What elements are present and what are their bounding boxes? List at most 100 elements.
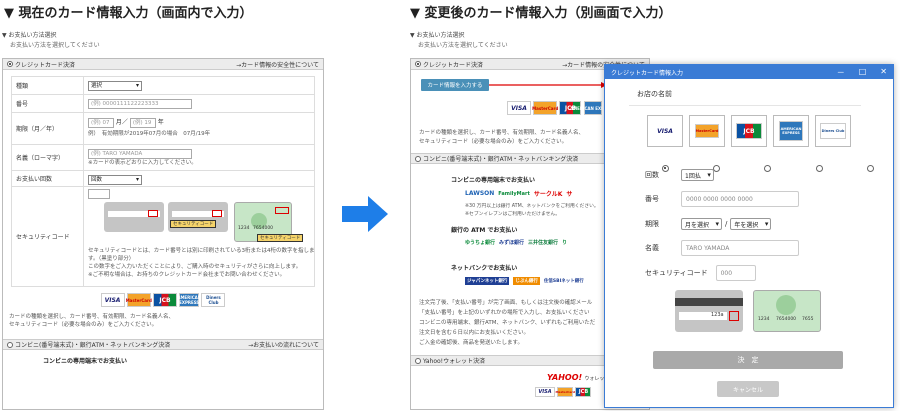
modal-mastercard-radio[interactable] [713, 165, 721, 172]
modal-name-input[interactable]: TARO YAMADA [681, 240, 799, 256]
left-section-sub: お支払い方法を選択してください [10, 42, 100, 49]
expiry-year-input[interactable]: (例) 19 [129, 117, 156, 128]
shop-name: お店の名前 [637, 90, 672, 98]
modal-mastercard-tile[interactable]: MasterCard [689, 115, 725, 147]
flow-line-1: 注文完了後、「支払い番号」が完了画面、もしくは注文後の確認メール [419, 300, 593, 306]
submit-button[interactable]: 決 定 [653, 351, 843, 369]
cvc-note-2: この数字をご入力いただくことにより、ご購入時のセキュリティがさらに向上します。 [88, 264, 302, 270]
modal-title: クレジットカード情報入力 [611, 69, 684, 77]
payment-flow-link[interactable]: →お支払いの流れについて [248, 340, 319, 349]
conv-note-2: ※セブンイレブンはご利用いただけません。 [465, 212, 561, 217]
expiry-month-input[interactable]: (例) 07 [88, 117, 114, 128]
yahoo-wallet-logo: YAHOO! ウォレット [547, 373, 610, 382]
enter-card-info-button[interactable]: カード情報を入力する [421, 79, 489, 91]
flow-line-3: コンビニの専用端末、銀行ATM、ネットバンク、いずれもご利用いただ [419, 320, 596, 326]
modal-titlebar: クレジットカード情報入力 － □ ✕ [605, 65, 893, 79]
minimize-icon[interactable]: － [837, 67, 845, 78]
conv-note-1: ※30 万円以上は銀行 ATM、ネットバンクをご利用ください。 [465, 204, 599, 209]
modal-count-label: 回数 [645, 171, 659, 179]
credit-card-bar[interactable]: クレジットカード決済 →カード情報の安全性について [3, 59, 323, 70]
modal-jcb-radio[interactable] [764, 165, 772, 172]
cancel-button[interactable]: キャンセル [717, 381, 779, 397]
flow-line-5: ご入金の確認後、商品を発送いたします。 [419, 340, 523, 346]
jcb-logo: JCB [153, 293, 177, 307]
modal-cvc-label: セキュリティコード [645, 269, 708, 277]
count-label: お支払い回数 [12, 171, 84, 186]
maximize-icon[interactable]: □ [859, 67, 867, 78]
left-heading: ▼ 現在のカード情報入力（画面内で入力） [4, 6, 253, 21]
right-section-title: ▼ お支払い方法選択 [410, 32, 465, 39]
payment-count-select[interactable]: 回数 [88, 175, 142, 185]
credit-radio[interactable] [7, 61, 13, 67]
close-icon[interactable]: ✕ [880, 67, 887, 78]
left-section-title: ▼ お支払い方法選択 [2, 32, 57, 39]
right-credit-desc-1: カードの種類を選択し、カード番号、有効期限、カード名義人名、 [419, 130, 585, 136]
card-name-input[interactable]: (例) TARO YAMADA [88, 149, 192, 159]
cvc-card-front-image [104, 202, 164, 232]
net-bank-sub: ネットバンクでお支払い [451, 265, 518, 272]
yahoo-radio[interactable] [415, 357, 421, 364]
modal-year-select[interactable]: 年を選択 [730, 218, 772, 230]
modal-diners-radio[interactable] [866, 165, 874, 172]
cvc-note-1: セキュリティコードとは、カード番号とは別に印刷されている3桁または4桁の数字を指… [88, 248, 315, 262]
type-label: 種類 [12, 77, 84, 94]
cvc-input[interactable] [88, 189, 110, 199]
card-type-select[interactable]: 選択 [88, 81, 142, 91]
modal-count-select[interactable]: 1回払 [681, 169, 714, 181]
cvc-label: セキュリティコード [12, 187, 84, 286]
visa-logo: VISA [100, 293, 125, 307]
right-mastercard-logo: MasterCard [532, 101, 558, 115]
right-credit-radio[interactable] [415, 61, 421, 67]
name-label: 名義（ローマ字） [12, 145, 84, 170]
conv-radio[interactable] [7, 341, 13, 348]
bank-logos: ゆうちょ銀行 みずほ銀行 三井住友銀行 り [465, 240, 568, 246]
red-arrow-icon [489, 82, 607, 88]
diners-logo: Diners Club [201, 293, 226, 307]
left-payment-panel: クレジットカード決済 →カード情報の安全性について 種類 選択 番号 (例) 0… [2, 58, 324, 410]
card-entry-modal: クレジットカード情報入力 － □ ✕ お店の名前 VISA MasterCard… [604, 64, 894, 408]
right-credit-desc-2: セキュリティコード（必要な場合のみ）をご入力ください。 [419, 139, 568, 145]
credit-footer-1: カードの種類を選択し、カード番号、有効期限、カード名義人名、 [9, 314, 175, 320]
cvc-card-amex-image: 1234 7654000 セキュリティコード [234, 202, 304, 242]
left-conv-sub: コンビニの専用端末でお支払い [43, 358, 128, 365]
right-brand-logos: VISA MasterCard JCB AMERICAN EXPRESS [507, 101, 615, 115]
net-bank-logos: ジャパンネット銀行 じぶん銀行 住信SBIネット銀行 [465, 277, 584, 285]
mastercard-logo: MasterCard [126, 293, 152, 307]
cvc-tag-2: セキュリティコード [257, 234, 304, 242]
modal-jcb-tile[interactable]: JCB [731, 115, 767, 147]
modal-amex-tile[interactable]: AMERICAN EXPRESS [773, 115, 809, 147]
modal-cvc-card-image: 123a [675, 290, 743, 332]
modal-month-select[interactable]: 月を選択 [681, 218, 723, 230]
bank-atm-sub: 銀行の ATM でお支払い [451, 227, 518, 234]
cvc-tag-1: セキュリティコード [170, 220, 217, 228]
credit-footer-2: セキュリティコード（必要な場合のみ）をご入力ください。 [9, 322, 158, 328]
conv-store-logos: LAWSON FamilyMart サークルK サ [465, 190, 573, 198]
modal-diners-tile[interactable]: Diners Club [815, 115, 851, 147]
modal-amex-card-image: 1234 7654000 7655 [753, 290, 821, 332]
yahoo-brand-logos: VISA MasterCard JCB [535, 387, 592, 397]
right-conv-radio[interactable] [415, 155, 421, 162]
credit-form-table: 種類 選択 番号 (例) 0000111122223333 期限（月／年） (例… [11, 76, 315, 287]
convenience-bar[interactable]: コンビニ(番号端末式)・銀行ATM・ネットバンキング決済 →お支払いの流れについ… [3, 339, 323, 350]
modal-number-input[interactable]: 0000 0000 0000 0000 [681, 191, 799, 207]
modal-cvc-input[interactable]: 000 [715, 265, 756, 281]
cvc-card-back-image: セキュリティコード [168, 202, 228, 232]
right-conv-sub: コンビニの専用端末でお支払い [451, 177, 536, 184]
card-number-input[interactable]: (例) 0000111122223333 [88, 99, 192, 109]
name-note: ※カードの表示どおりに入力してください。 [88, 160, 197, 166]
modal-number-label: 番号 [645, 195, 659, 203]
modal-visa-tile[interactable]: VISA [647, 115, 683, 147]
right-amex-logo: AMERICAN EXPRESS [570, 101, 615, 115]
right-section-sub: お支払い方法を選択してください [418, 42, 508, 49]
number-label: 番号 [12, 95, 84, 112]
modal-expiry-label: 期限 [645, 220, 659, 228]
card-safety-link[interactable]: →カード情報の安全性について [236, 60, 319, 69]
flow-line-4: 注文日を含む６日以内にお支払いください。 [419, 330, 530, 336]
cvc-note-3: ※ご不明な場合は、お持ちのクレジットカード会社までお問い合わせください。 [88, 272, 286, 278]
flow-line-2: 「支払い番号」を上記のいずれかの場所で入力し、お支払いください [419, 310, 590, 316]
modal-name-label: 名義 [645, 244, 659, 252]
expiry-label: 期限（月／年） [12, 113, 84, 144]
transition-arrow-icon [342, 196, 388, 232]
modal-amex-radio[interactable] [815, 165, 823, 172]
right-visa-logo: VISA [507, 101, 531, 115]
